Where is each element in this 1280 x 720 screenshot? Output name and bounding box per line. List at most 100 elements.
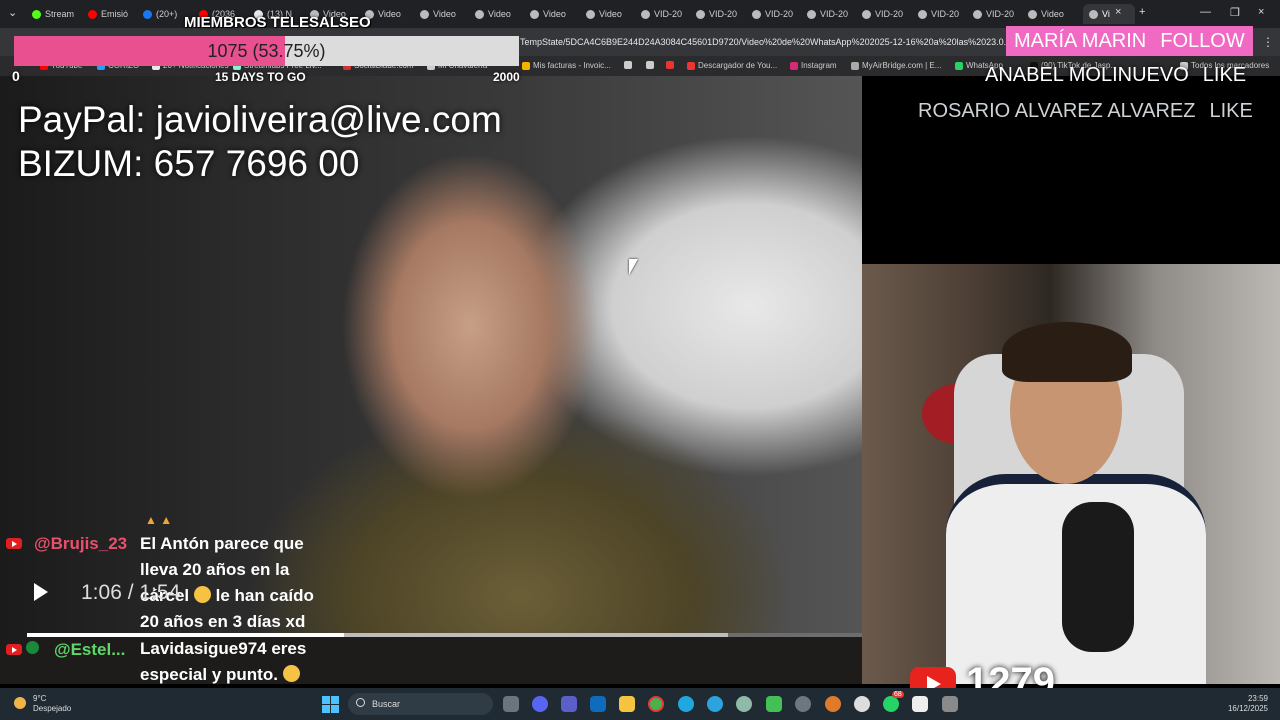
maximize-icon[interactable]: ❐ bbox=[1230, 6, 1240, 19]
follow-alert: MARÍA MARIN FOLLOW bbox=[1006, 26, 1253, 56]
youtube-icon bbox=[6, 538, 22, 549]
youtube-icon bbox=[6, 644, 22, 655]
taskbar-clock[interactable]: 23:59 16/12/2025 bbox=[1226, 694, 1268, 714]
telegram-icon[interactable] bbox=[707, 696, 723, 712]
bookmark-item[interactable]: Mis facturas - Invoic... bbox=[522, 61, 611, 70]
window-close-icon[interactable]: × bbox=[1258, 6, 1264, 18]
browser-tab[interactable]: VID-20 bbox=[641, 4, 687, 24]
bookmark-item[interactable] bbox=[646, 61, 657, 69]
browser-tab[interactable]: Video bbox=[1028, 4, 1074, 24]
goal-progress-text: 1075 (53.75%) bbox=[207, 41, 326, 61]
browser-tab-label: Stream bbox=[45, 9, 75, 19]
bookmark-favicon-icon bbox=[522, 61, 530, 70]
bizum-text: BIZUM: 657 7696 00 bbox=[18, 143, 360, 184]
browser-menu-icon[interactable]: ⋮ bbox=[1262, 35, 1274, 49]
goal-days-left: 15 DAYS TO GO bbox=[215, 70, 306, 84]
task-view-icon[interactable] bbox=[503, 696, 519, 712]
goal-max: 2000 bbox=[493, 70, 520, 84]
file-explorer-icon[interactable] bbox=[619, 696, 635, 712]
globe-icon bbox=[530, 9, 539, 19]
weather-desc: Despejado bbox=[33, 704, 72, 713]
edge-icon[interactable] bbox=[678, 696, 694, 712]
chat-message-line: lleva 20 años en la bbox=[140, 560, 290, 579]
chat-message: Lavidasigue974 eres especial y punto. bbox=[140, 636, 345, 688]
browser-tab[interactable]: Stream bbox=[32, 4, 78, 24]
moon-icon bbox=[14, 697, 26, 709]
bookmark-item[interactable]: MyAirBridge.com | E... bbox=[851, 61, 941, 70]
browser-tab[interactable]: Video bbox=[475, 4, 521, 24]
tab-list-icon[interactable]: ⌄ bbox=[8, 6, 17, 19]
laughing-emoji-icon bbox=[193, 586, 211, 603]
browser-tab[interactable]: Vi bbox=[1083, 4, 1135, 24]
bookmark-item[interactable]: Instagram bbox=[790, 61, 837, 70]
app-icon[interactable] bbox=[825, 696, 841, 712]
browser-tab-label: VID-20 bbox=[709, 9, 738, 19]
chrome-icon[interactable] bbox=[648, 696, 664, 712]
search-box[interactable]: Buscar bbox=[348, 693, 493, 715]
close-tab-icon[interactable]: × bbox=[1115, 6, 1121, 18]
bookmark-item[interactable]: Descargador de You... bbox=[687, 61, 777, 70]
browser-tab[interactable]: (20+) bbox=[143, 4, 189, 24]
mouse-cursor-icon bbox=[629, 259, 638, 275]
app-icon[interactable] bbox=[736, 696, 752, 712]
globe-icon bbox=[641, 9, 650, 19]
browser-tab-label: Video bbox=[1041, 9, 1064, 19]
weather-temp: 9°C bbox=[33, 694, 47, 703]
chat-message-line: Lavidasigue974 eres bbox=[140, 639, 307, 658]
clock-date: 16/12/2025 bbox=[1227, 704, 1268, 713]
app-icon[interactable] bbox=[942, 696, 958, 712]
app-icon[interactable] bbox=[912, 696, 928, 712]
notification-badge: 68 bbox=[892, 691, 904, 698]
play-icon[interactable] bbox=[34, 583, 48, 601]
seek-played bbox=[27, 633, 345, 637]
globe-icon bbox=[862, 9, 871, 19]
browser-tab[interactable]: VID-20 bbox=[696, 4, 742, 24]
globe-icon bbox=[1028, 9, 1037, 19]
facebook-icon bbox=[143, 9, 152, 19]
teams-icon[interactable] bbox=[561, 696, 577, 712]
browser-tab[interactable]: VID-20 bbox=[918, 4, 964, 24]
chat-username: @Brujis_23 bbox=[34, 534, 128, 553]
bookmark-item[interactable] bbox=[666, 61, 677, 69]
browser-tab-label: Emisió bbox=[101, 9, 129, 19]
app-icon[interactable] bbox=[766, 696, 782, 712]
member-badge-icon bbox=[26, 641, 39, 654]
goal-min: 0 bbox=[12, 68, 20, 84]
fire-emoji-icon: ▲ ▲ bbox=[145, 513, 173, 527]
bookmark-favicon-icon bbox=[624, 61, 632, 69]
browser-tab-label: Video bbox=[599, 9, 622, 19]
discord-icon[interactable] bbox=[532, 696, 548, 712]
globe-icon bbox=[696, 9, 705, 19]
follow-alert-action: FOLLOW bbox=[1160, 29, 1245, 52]
like-alert-action: LIKE bbox=[1209, 100, 1253, 122]
outlook-icon[interactable] bbox=[590, 696, 606, 712]
browser-tab-label: VID-20 bbox=[875, 9, 904, 19]
browser-tab[interactable]: Video bbox=[586, 4, 632, 24]
browser-tab[interactable]: Video bbox=[530, 4, 576, 24]
browser-tab[interactable]: Video bbox=[365, 4, 411, 24]
browser-tab[interactable]: VID-20 bbox=[973, 4, 1019, 24]
new-tab-icon[interactable]: + bbox=[1139, 6, 1145, 18]
whatsapp-icon[interactable] bbox=[883, 696, 899, 712]
url-field[interactable]: TempState/5DCA4C6B9E244D24A3084C45601D97… bbox=[520, 37, 1010, 47]
microphone bbox=[1062, 502, 1134, 652]
browser-tab[interactable]: Emisió bbox=[88, 4, 134, 24]
browser-tab[interactable]: Video bbox=[420, 4, 466, 24]
browser-tab-label: VID-20 bbox=[654, 9, 683, 19]
browser-tab[interactable]: VID-20 bbox=[807, 4, 853, 24]
minimize-icon[interactable]: — bbox=[1200, 6, 1211, 18]
app-icon[interactable] bbox=[854, 696, 870, 712]
browser-tab[interactable]: VID-20 bbox=[862, 4, 908, 24]
bookmark-favicon-icon bbox=[851, 61, 859, 70]
start-button[interactable] bbox=[322, 696, 339, 713]
video-time: 1:06 / 1:54 bbox=[81, 581, 181, 604]
browser-tab[interactable]: VID-20 bbox=[752, 4, 798, 24]
seek-bar[interactable] bbox=[27, 633, 862, 637]
globe-icon bbox=[973, 9, 982, 19]
globe-icon bbox=[752, 9, 761, 19]
browser-tab-label: Vi bbox=[1102, 9, 1110, 19]
like-alert: ROSARIO ALVAREZ ALVAREZ LIKE bbox=[918, 100, 1253, 123]
browser-tab-label: Video bbox=[543, 9, 566, 19]
bookmark-item[interactable] bbox=[624, 61, 635, 69]
app-icon[interactable] bbox=[795, 696, 811, 712]
